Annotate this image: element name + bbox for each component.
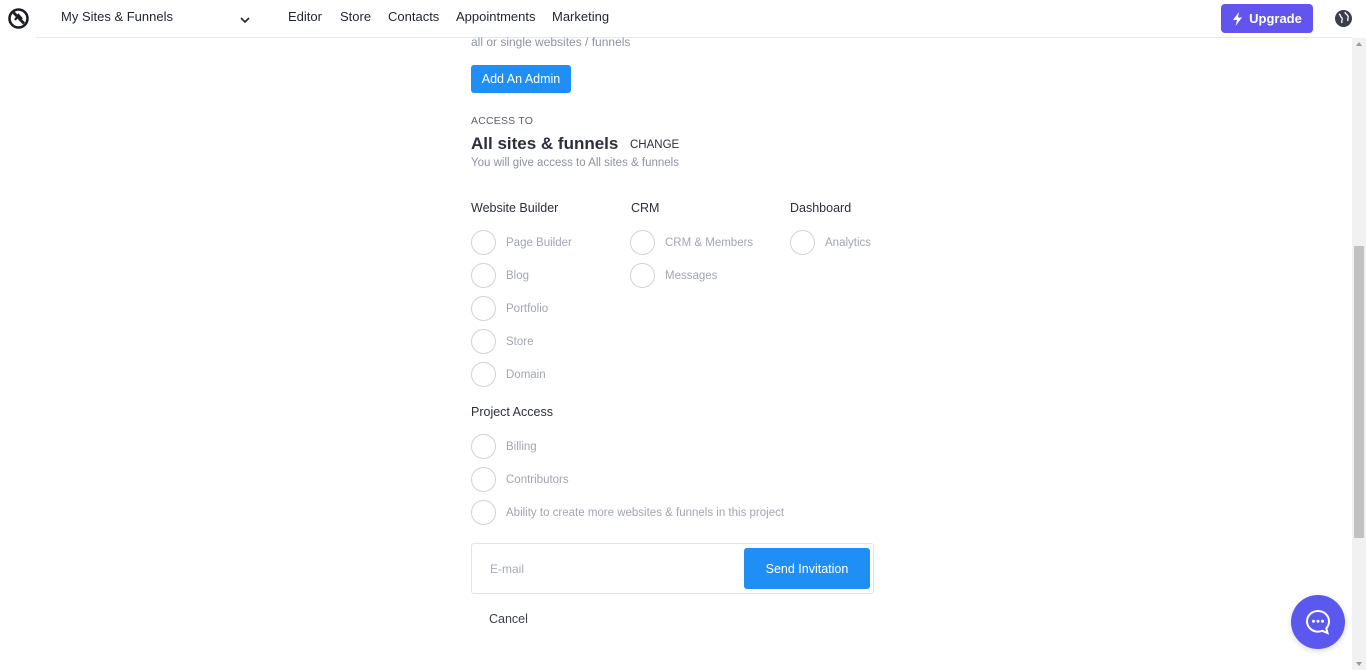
nav-appointments[interactable]: Appointments	[456, 9, 536, 24]
chat-icon	[1305, 609, 1331, 635]
chevron-down-icon[interactable]	[239, 14, 251, 26]
upgrade-button[interactable]: Upgrade	[1221, 4, 1313, 33]
access-description: You will give access to All sites & funn…	[471, 157, 679, 169]
permission-checkbox[interactable]	[471, 329, 496, 354]
email-field[interactable]	[490, 559, 730, 579]
nav-store[interactable]: Store	[340, 9, 371, 24]
permission-billing[interactable]: Billing	[471, 434, 537, 459]
permission-domain[interactable]: Domain	[471, 362, 546, 387]
permission-checkbox[interactable]	[471, 362, 496, 387]
cancel-link[interactable]: Cancel	[489, 612, 528, 626]
upgrade-label: Upgrade	[1249, 11, 1302, 26]
group-title-dashboard: Dashboard	[790, 201, 852, 215]
permission-checkbox[interactable]	[471, 296, 496, 321]
scroll-down-arrow[interactable]	[1356, 662, 1362, 666]
change-link[interactable]: CHANGE	[630, 139, 679, 151]
permission-label: Domain	[506, 368, 546, 381]
permission-label: Contributors	[506, 473, 569, 486]
permission-label: Analytics	[825, 236, 872, 249]
permission-label: Blog	[506, 269, 530, 282]
permission-checkbox[interactable]	[790, 230, 815, 255]
permission-create-websites[interactable]: Ability to create more websites & funnel…	[471, 500, 784, 525]
nav-marketing[interactable]: Marketing	[552, 9, 609, 24]
lightning-icon	[1233, 11, 1243, 26]
scroll-up-arrow[interactable]	[1356, 42, 1362, 46]
nav-contacts[interactable]: Contacts	[388, 9, 439, 24]
permission-checkbox[interactable]	[471, 434, 496, 459]
access-title: All sites & funnels	[471, 134, 619, 153]
group-title-website-builder: Website Builder	[471, 201, 559, 215]
permission-checkbox[interactable]	[471, 230, 496, 255]
permission-store[interactable]: Store	[471, 329, 534, 354]
group-title-project-access: Project Access	[471, 405, 553, 419]
permission-label: Store	[506, 335, 534, 348]
site-selector[interactable]: My Sites & Funnels	[61, 9, 173, 24]
permission-label: Messages	[665, 269, 718, 282]
permission-checkbox[interactable]	[630, 230, 655, 255]
permission-checkbox[interactable]	[471, 467, 496, 492]
permission-page-builder[interactable]: Page Builder	[471, 230, 572, 255]
permission-blog[interactable]: Blog	[471, 263, 529, 288]
access-heading: ACCESS TO	[471, 115, 534, 127]
intro-text: all or single websites / funnels	[471, 35, 631, 49]
permission-label: Portfolio	[506, 302, 549, 315]
group-title-crm: CRM	[631, 201, 660, 215]
scrollbar-thumb[interactable]	[1354, 246, 1364, 538]
nav-editor[interactable]: Editor	[288, 9, 322, 24]
permission-analytics[interactable]: Analytics	[790, 230, 871, 255]
permission-label: Ability to create more websites & funnel…	[506, 506, 785, 519]
top-bar: My Sites & Funnels Editor Store Contacts…	[0, 0, 1366, 37]
globe-icon[interactable]	[1334, 9, 1353, 28]
permission-checkbox[interactable]	[471, 263, 496, 288]
permission-label: Billing	[506, 440, 537, 453]
permission-label: CRM & Members	[665, 236, 754, 249]
permission-contributors[interactable]: Contributors	[471, 467, 569, 492]
invite-form: Send Invitation	[471, 543, 874, 594]
permission-checkbox[interactable]	[471, 500, 496, 525]
send-invitation-button[interactable]: Send Invitation	[744, 548, 870, 589]
permission-crm-members[interactable]: CRM & Members	[630, 230, 753, 255]
brand-logo-icon[interactable]	[8, 8, 29, 29]
permission-messages[interactable]: Messages	[630, 263, 717, 288]
permission-label: Page Builder	[506, 236, 572, 249]
header-divider	[36, 37, 1352, 38]
chat-button[interactable]	[1291, 595, 1345, 649]
permission-portfolio[interactable]: Portfolio	[471, 296, 548, 321]
add-admin-button[interactable]: Add An Admin	[471, 65, 571, 93]
permission-checkbox[interactable]	[630, 263, 655, 288]
